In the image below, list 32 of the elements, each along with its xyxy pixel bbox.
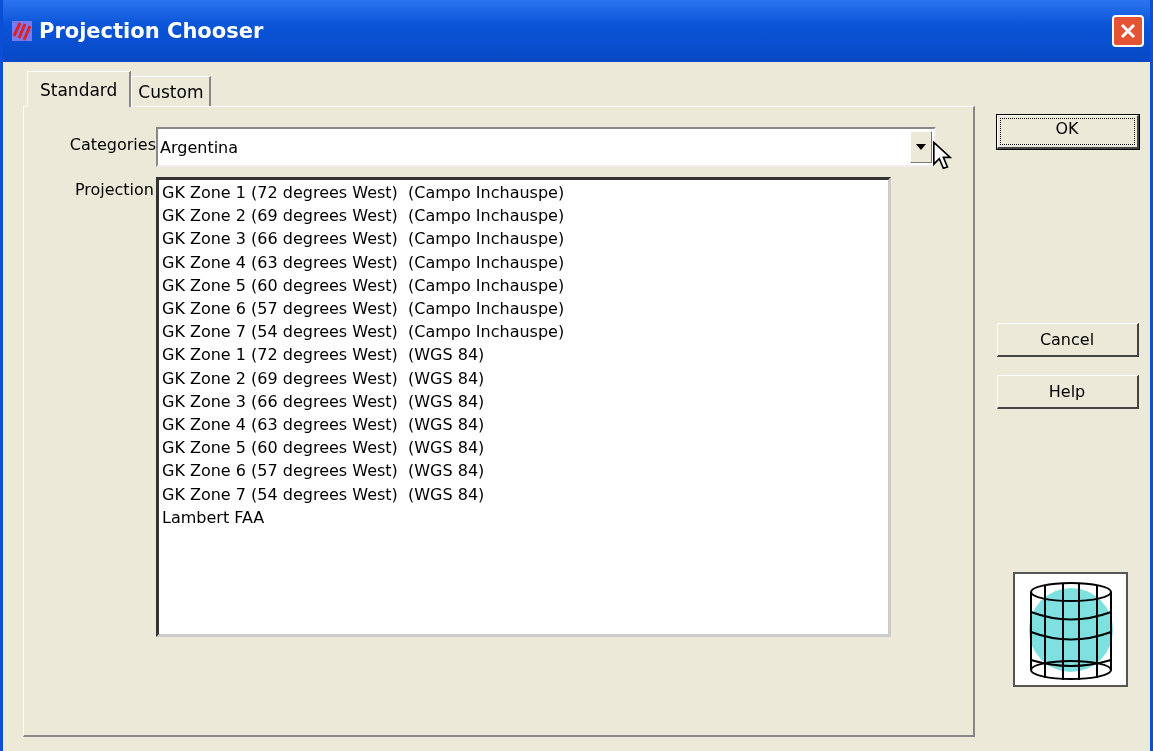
- close-button[interactable]: [1112, 15, 1144, 47]
- dropdown-button[interactable]: [910, 131, 932, 163]
- list-item[interactable]: GK Zone 1 (72 degrees West) (WGS 84): [162, 343, 885, 367]
- list-item[interactable]: GK Zone 7 (54 degrees West) (WGS 84): [162, 482, 885, 506]
- list-item[interactable]: GK Zone 2 (69 degrees West) (Campo Inchauspe): [162, 204, 885, 228]
- dialog-button[interactable]: Cancel: [996, 323, 1139, 357]
- list-item[interactable]: GK Zone 6 (57 degrees West) (Campo Inchauspe): [162, 297, 885, 321]
- tab[interactable]: Custom: [131, 76, 212, 106]
- window-title: Projection Chooser: [39, 19, 265, 43]
- dialog-button[interactable]: OK: [996, 115, 1139, 149]
- close-icon: [1118, 21, 1138, 41]
- list-item[interactable]: GK Zone 4 (63 degrees West) (WGS 84): [162, 413, 885, 437]
- list-item[interactable]: GK Zone 5 (60 degrees West) (WGS 84): [162, 436, 885, 460]
- categories-label: Categories: [68, 134, 156, 154]
- list-item[interactable]: GK Zone 3 (66 degrees West) (WGS 84): [162, 389, 885, 414]
- list-item[interactable]: GK Zone 1 (72 degrees West) (Campo Inchauspe): [162, 181, 885, 205]
- list-item[interactable]: GK Zone 2 (69 degrees West) (WGS 84): [162, 366, 885, 390]
- list-item[interactable]: GK Zone 4 (63 degrees West) (Campo Inchauspe): [162, 250, 885, 274]
- tab[interactable]: Standard: [27, 71, 132, 107]
- categories-dropdown[interactable]: Argentina: [156, 127, 936, 167]
- mouse-pointer-icon: [932, 141, 952, 171]
- list-item[interactable]: GK Zone 6 (57 degrees West) (WGS 84): [162, 459, 885, 483]
- app-icon: [11, 20, 33, 42]
- list-item[interactable]: Lambert FAA: [162, 505, 885, 530]
- projection-list[interactable]: [156, 177, 891, 637]
- list-item[interactable]: GK Zone 5 (60 degrees West) (Campo Inchauspe): [162, 273, 885, 297]
- caret-icon: [916, 144, 926, 150]
- list-item[interactable]: GK Zone 7 (54 degrees West) (Campo Inchauspe): [162, 320, 885, 344]
- cylinder-projection-icon: [1013, 572, 1128, 687]
- dialog-button[interactable]: Help: [996, 375, 1139, 409]
- projection-label: Projection: [73, 179, 154, 199]
- list-item[interactable]: GK Zone 3 (66 degrees West) (Campo Inchauspe): [162, 227, 885, 251]
